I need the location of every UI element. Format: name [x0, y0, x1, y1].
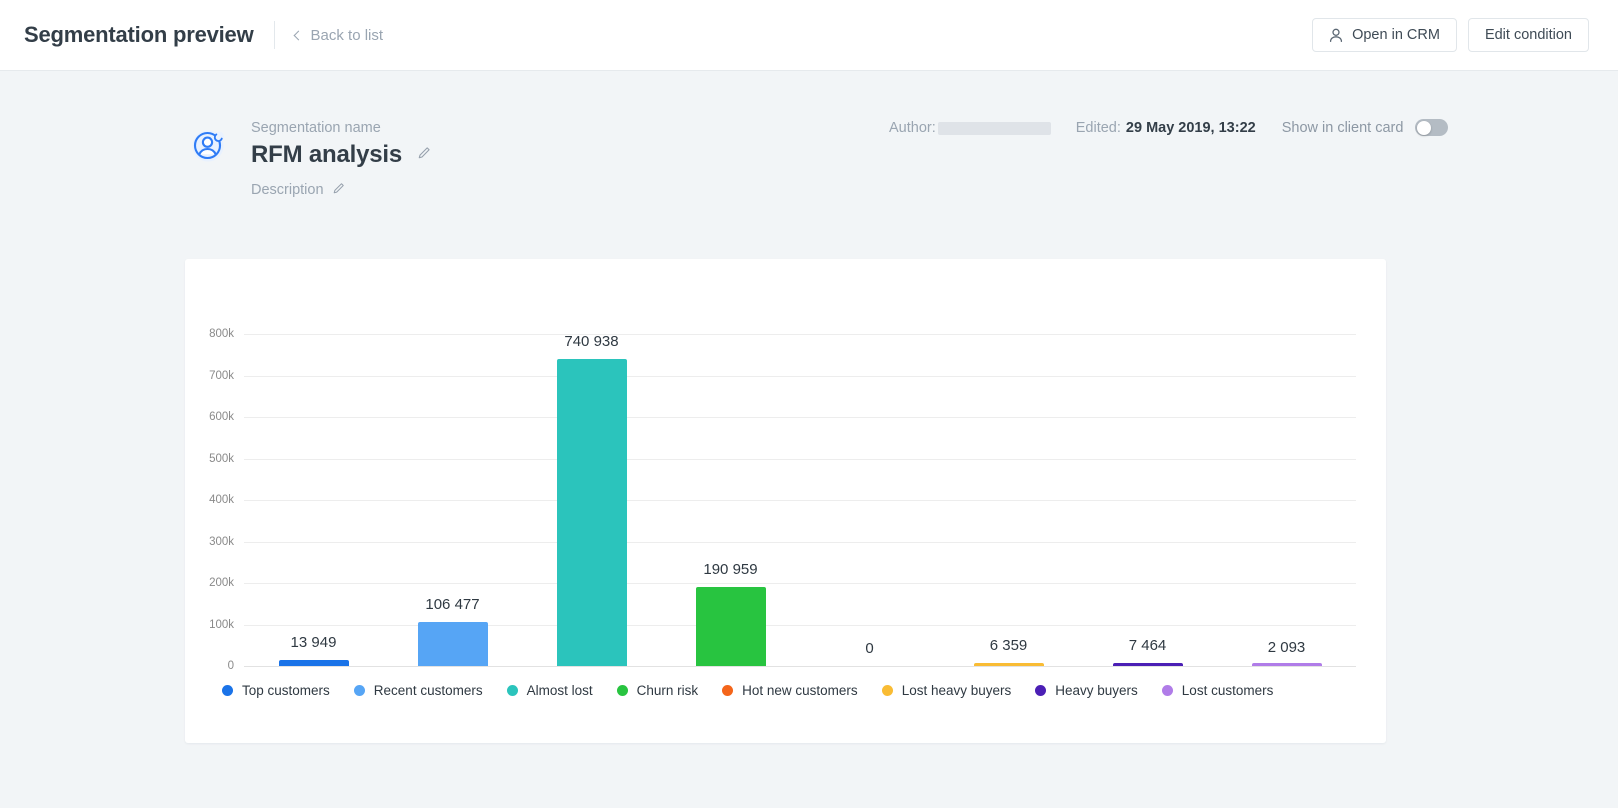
- legend-item[interactable]: Hot new customers: [722, 683, 858, 698]
- segmentation-bar-chart: 800k 700k 600k 500k 400k 300k 200k 100k 0 13 949…: [185, 259, 1386, 743]
- description-label: Description: [251, 182, 324, 198]
- legend-item[interactable]: Top customers: [222, 683, 330, 698]
- back-to-list-label: Back to list: [311, 27, 384, 44]
- legend-item[interactable]: Recent customers: [354, 683, 483, 698]
- bar-value-label: 190 959: [631, 561, 831, 578]
- y-axis-tick-label: 700k: [209, 370, 234, 382]
- legend-item[interactable]: Lost heavy buyers: [882, 683, 1012, 698]
- y-axis-tick-label: 200k: [209, 577, 234, 589]
- bar-value-label: 13 949: [214, 634, 414, 651]
- page-title: Segmentation preview: [24, 22, 254, 48]
- segmentation-header: Segmentation name RFM analysis Descripti…: [0, 71, 1618, 199]
- bar-group[interactable]: 0: [835, 334, 905, 666]
- bar[interactable]: [279, 660, 349, 666]
- legend-color-dot: [1035, 685, 1046, 696]
- bar[interactable]: [696, 587, 766, 666]
- bar-group[interactable]: 740 938: [557, 334, 627, 666]
- bar[interactable]: [1252, 663, 1322, 666]
- legend-label: Hot new customers: [742, 683, 858, 698]
- legend-item[interactable]: Almost lost: [507, 683, 593, 698]
- back-to-list-link[interactable]: Back to list: [295, 27, 384, 44]
- legend-label: Top customers: [242, 683, 330, 698]
- segmentation-name-row: RFM analysis: [251, 141, 431, 169]
- edited-label: Edited:: [1076, 120, 1121, 136]
- person-icon: [1329, 28, 1343, 43]
- legend-label: Heavy buyers: [1055, 683, 1138, 698]
- y-axis-tick-label: 300k: [209, 536, 234, 548]
- y-axis-tick-label: 0: [228, 660, 234, 672]
- legend-color-dot: [722, 685, 733, 696]
- legend-color-dot: [507, 685, 518, 696]
- legend-color-dot: [222, 685, 233, 696]
- bar[interactable]: [418, 622, 488, 666]
- author-value-redacted: [938, 122, 1051, 135]
- y-axis-tick-label: 800k: [209, 328, 234, 340]
- segmentation-name-value: RFM analysis: [251, 141, 402, 169]
- description-row[interactable]: Description: [251, 181, 431, 199]
- top-bar: Segmentation preview Back to list Open i…: [0, 0, 1618, 71]
- chart-legend: Top customers Recent customers Almost lost…: [222, 683, 1273, 698]
- legend-label: Churn risk: [637, 683, 699, 698]
- show-in-client-card-label: Show in client card: [1282, 120, 1404, 136]
- legend-color-dot: [354, 685, 365, 696]
- open-in-crm-label: Open in CRM: [1352, 27, 1440, 43]
- header-divider: [274, 21, 275, 49]
- legend-label: Recent customers: [374, 683, 483, 698]
- chart-card: 800k 700k 600k 500k 400k 300k 200k 100k 0 13 949…: [185, 259, 1386, 743]
- toggle-knob: [1417, 121, 1431, 135]
- author-label: Author:: [889, 120, 936, 136]
- bar-value-label: 106 477: [353, 596, 553, 613]
- bar-value-label: 740 938: [492, 333, 692, 350]
- y-axis-tick-label: 600k: [209, 411, 234, 423]
- chart-plot-area: 800k700k600k500k400k300k200k100k0 13 949…: [244, 334, 1356, 666]
- bar-group[interactable]: 190 959: [696, 334, 766, 666]
- bar-group[interactable]: 7 464: [1113, 334, 1183, 666]
- chevron-left-icon: [293, 30, 303, 40]
- legend-label: Almost lost: [527, 683, 593, 698]
- edit-condition-label: Edit condition: [1485, 27, 1572, 43]
- legend-item[interactable]: Lost customers: [1162, 683, 1274, 698]
- bar[interactable]: [1113, 663, 1183, 666]
- legend-item[interactable]: Churn risk: [617, 683, 699, 698]
- segmentation-name-label: Segmentation name: [251, 119, 431, 137]
- bar-group[interactable]: 2 093: [1252, 334, 1322, 666]
- bar-group[interactable]: 13 949: [279, 334, 349, 666]
- y-axis-tick-label: 400k: [209, 494, 234, 506]
- legend-label: Lost heavy buyers: [902, 683, 1012, 698]
- y-axis-tick-label: 100k: [209, 619, 234, 631]
- record-meta: Author: Edited: 29 May 2019, 13:22 Show …: [889, 119, 1448, 136]
- open-in-crm-button[interactable]: Open in CRM: [1312, 18, 1457, 52]
- edited-value: 29 May 2019, 13:22: [1126, 120, 1256, 136]
- edit-description-pencil-icon[interactable]: [333, 181, 345, 199]
- page-body: Segmentation name RFM analysis Descripti…: [0, 71, 1618, 743]
- legend-item[interactable]: Heavy buyers: [1035, 683, 1138, 698]
- segment-user-icon: [191, 127, 227, 163]
- bar-value-label: 2 093: [1187, 639, 1387, 656]
- bar-group[interactable]: 6 359: [974, 334, 1044, 666]
- y-axis-tick-label: 500k: [209, 453, 234, 465]
- legend-color-dot: [617, 685, 628, 696]
- bar[interactable]: [974, 663, 1044, 666]
- legend-label: Lost customers: [1182, 683, 1274, 698]
- edit-name-pencil-icon[interactable]: [418, 146, 431, 164]
- bar[interactable]: [557, 359, 627, 666]
- segmentation-texts: Segmentation name RFM analysis Descripti…: [251, 119, 431, 199]
- chart-bars: 13 949106 477740 938190 95906 3597 4642 …: [244, 334, 1356, 666]
- show-in-client-card-toggle[interactable]: [1415, 119, 1448, 136]
- gridline: [244, 666, 1356, 667]
- legend-color-dot: [882, 685, 893, 696]
- bar-group[interactable]: 106 477: [418, 334, 488, 666]
- edit-condition-button[interactable]: Edit condition: [1468, 18, 1589, 52]
- legend-color-dot: [1162, 685, 1173, 696]
